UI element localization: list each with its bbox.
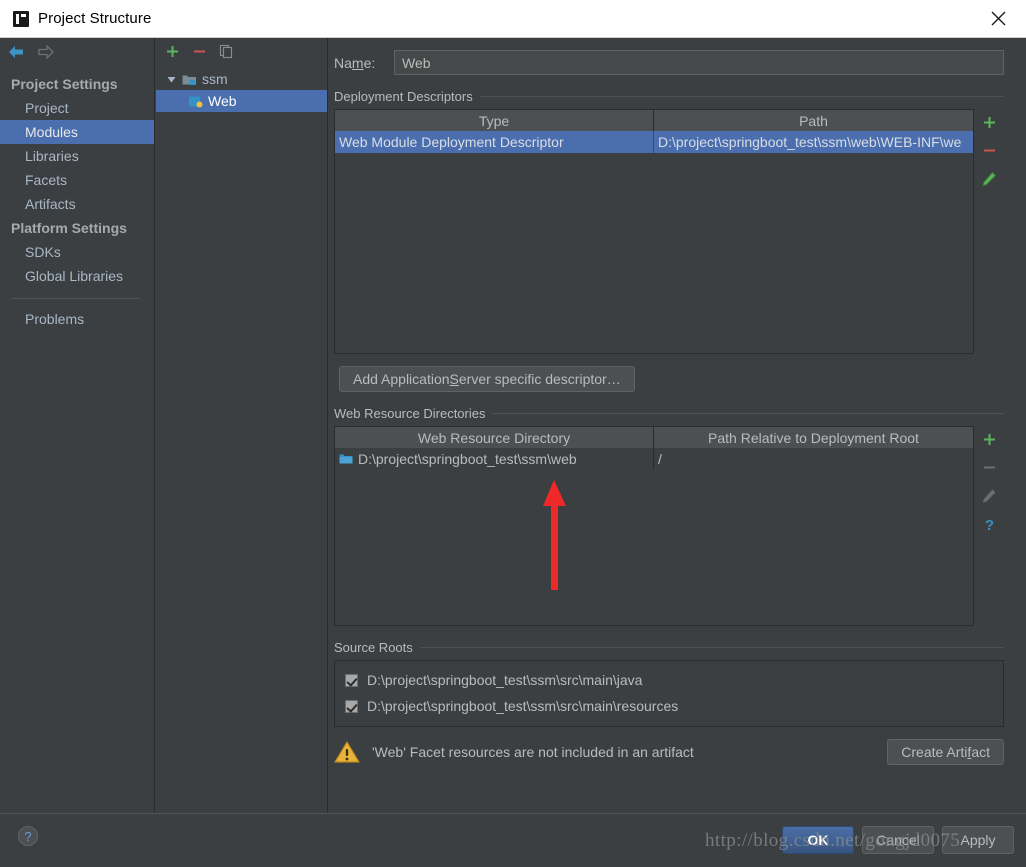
sidebar-item-facets[interactable]: Facets [0, 168, 154, 192]
cell-text: D:\project\springboot_test\ssm\web [358, 451, 577, 467]
back-arrow-icon[interactable] [8, 45, 25, 59]
cell-type: Web Module Deployment Descriptor [335, 131, 654, 153]
sidebar-item-modules[interactable]: Modules [0, 120, 154, 144]
list-item[interactable]: D:\project\springboot_test\ssm\src\main\… [335, 693, 1003, 719]
group-title-label: Web Resource Directories [334, 406, 486, 421]
module-name-label: Name: [334, 54, 376, 71]
source-roots-group: Source Roots D:\project\springboot_test\… [334, 640, 1004, 727]
deployment-descriptors-table-wrap: Type Path Web Module Deployment Descript… [334, 109, 1004, 354]
web-resource-directories-group: Web Resource Directories Web Resource Di… [334, 406, 1004, 626]
forward-arrow-icon[interactable] [37, 45, 54, 59]
module-tree: ssm Web [156, 68, 327, 112]
sidebar-item-project[interactable]: Project [0, 96, 154, 120]
module-folder-icon [180, 73, 198, 86]
table-row[interactable]: D:\project\springboot_test\ssm\web / [335, 448, 973, 470]
close-button[interactable] [970, 0, 1026, 37]
module-name-row: Name: [334, 50, 1004, 75]
plus-icon[interactable] [982, 115, 997, 130]
intellij-idea-logo-icon [13, 10, 29, 27]
sidebar-item-artifacts[interactable]: Artifacts [0, 192, 154, 216]
warning-triangle-icon [334, 741, 360, 763]
folder-icon [339, 453, 353, 465]
question-icon[interactable]: ? [982, 517, 997, 533]
table-header: Web Resource Directory Path Relative to … [335, 427, 973, 448]
create-artifact-button[interactable]: Create Arti f act [887, 739, 1004, 765]
cell-relative-path: / [658, 451, 662, 467]
sidebar-divider [11, 298, 140, 299]
source-root-checkbox[interactable] [345, 673, 358, 687]
expand-triangle-icon[interactable] [162, 75, 180, 84]
minus-icon[interactable] [192, 44, 207, 59]
close-icon [991, 11, 1005, 26]
add-application-server-descriptor-button[interactable]: Add Application Server specific descript… [339, 366, 635, 392]
web-resource-directories-title: Web Resource Directories [334, 406, 1004, 421]
group-title-label: Source Roots [334, 640, 413, 655]
deployment-descriptors-buttons [974, 109, 1004, 354]
artifact-warning-message: 'Web' Facet resources are not included i… [372, 744, 694, 760]
sidebar-item-sdks[interactable]: SDKs [0, 240, 154, 264]
title-bar: Project Structure [0, 0, 1026, 38]
artifact-warning-row: 'Web' Facet resources are not included i… [334, 739, 1004, 765]
web-facet-icon [186, 95, 204, 108]
deployment-descriptors-title: Deployment Descriptors [334, 89, 1004, 104]
group-rule [419, 647, 1004, 648]
copy-icon[interactable] [219, 44, 234, 59]
tree-node-label: ssm [202, 71, 228, 87]
dialog-footer: ? OK Cancel Apply [0, 813, 1026, 867]
column-header-web-resource-directory[interactable]: Web Resource Directory [335, 427, 654, 448]
tree-node-web[interactable]: Web [156, 90, 327, 112]
column-header-path-relative[interactable]: Path Relative to Deployment Root [654, 427, 973, 448]
help-button[interactable]: ? [18, 826, 38, 846]
sidebar-item-problems[interactable]: Problems [0, 307, 154, 331]
table-header: Type Path [335, 110, 973, 131]
web-resource-directories-table-wrap: Web Resource Directory Path Relative to … [334, 426, 1004, 626]
navigation-arrows [0, 38, 154, 66]
sidebar-group-project-settings: Project Settings [11, 76, 118, 92]
deployment-descriptors-table[interactable]: Type Path Web Module Deployment Descript… [334, 109, 974, 354]
sidebar-group-platform-settings: Platform Settings [11, 220, 127, 236]
dialog-buttons: OK Cancel Apply [782, 826, 1014, 854]
pencil-icon[interactable] [981, 171, 997, 187]
source-roots-list: D:\project\springboot_test\ssm\src\main\… [334, 660, 1004, 727]
source-root-label: D:\project\springboot_test\ssm\src\main\… [367, 672, 643, 688]
column-header-type[interactable]: Type [335, 110, 654, 131]
cell-path: D:\project\springboot_test\ssm\web\WEB-I… [658, 134, 962, 150]
window-title: Project Structure [38, 10, 152, 27]
group-rule [492, 413, 1004, 414]
sidebar-item-libraries[interactable]: Libraries [0, 144, 154, 168]
deployment-descriptors-group: Deployment Descriptors Type Path Web Mod… [334, 89, 1004, 392]
plus-icon[interactable] [982, 432, 997, 447]
web-resource-directories-table[interactable]: Web Resource Directory Path Relative to … [334, 426, 974, 626]
sidebar-item-global-libraries[interactable]: Global Libraries [0, 264, 154, 288]
sidebar-list: Project Settings Project Modules Librari… [0, 72, 154, 331]
table-row[interactable]: Web Module Deployment Descriptor D:\proj… [335, 131, 973, 153]
list-item[interactable]: D:\project\springboot_test\ssm\src\main\… [335, 667, 1003, 693]
tree-node-ssm[interactable]: ssm [156, 68, 327, 90]
module-tree-panel: ssm Web [156, 38, 328, 813]
group-rule [479, 96, 1004, 97]
ok-button[interactable]: OK [782, 826, 854, 854]
column-header-path[interactable]: Path [654, 110, 973, 131]
source-roots-title: Source Roots [334, 640, 1004, 655]
web-resource-directories-buttons: ? [974, 426, 1004, 626]
module-settings-content: Name: Deployment Descriptors Type Path W… [329, 38, 1026, 813]
add-descriptor-row: Add Application Server specific descript… [339, 366, 982, 392]
module-tree-toolbar [156, 38, 327, 65]
minus-icon [983, 466, 995, 469]
pencil-icon [983, 489, 996, 503]
cell-web-resource-directory: D:\project\springboot_test\ssm\web [335, 448, 654, 470]
group-title-label: Deployment Descriptors [334, 89, 473, 104]
apply-button[interactable]: Apply [942, 826, 1014, 854]
minus-icon[interactable] [982, 143, 997, 158]
svg-text:?: ? [984, 517, 993, 533]
settings-sidebar: Project Settings Project Modules Librari… [0, 38, 155, 813]
project-structure-dialog: Project Structure Project Settings Proje… [0, 0, 1026, 867]
source-root-checkbox[interactable] [345, 699, 358, 713]
source-root-label: D:\project\springboot_test\ssm\src\main\… [367, 698, 679, 714]
tree-node-label: Web [208, 93, 237, 109]
cancel-button[interactable]: Cancel [862, 826, 934, 854]
plus-icon[interactable] [165, 44, 180, 59]
module-name-input[interactable] [394, 50, 1004, 75]
